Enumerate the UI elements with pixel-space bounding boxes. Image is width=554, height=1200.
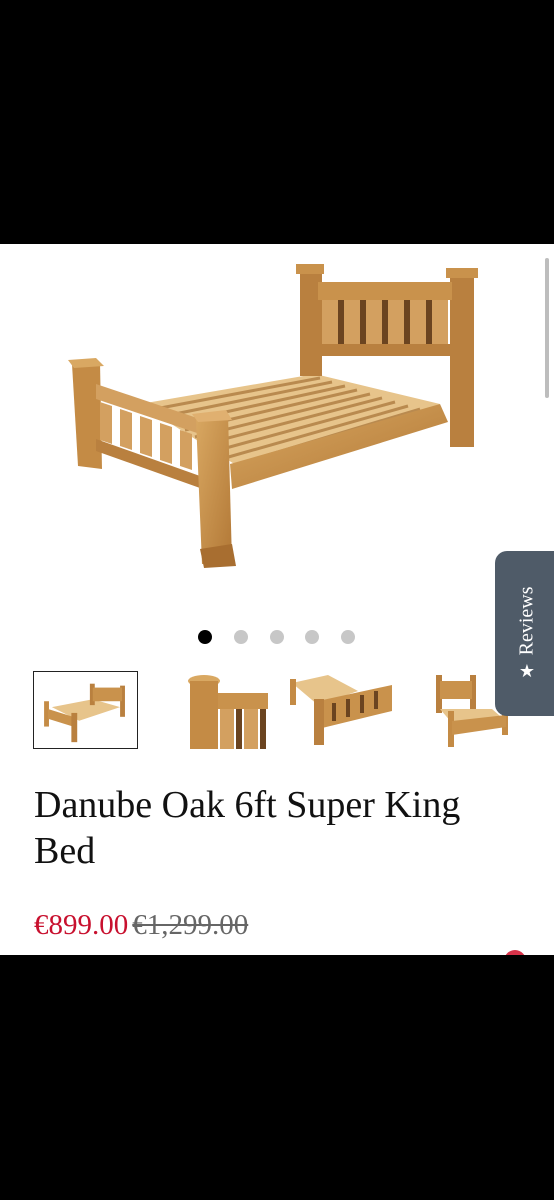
product-title: Danube Oak 6ft Super King Bed [34,784,461,872]
carousel-dots [0,630,554,644]
thumbnail-bed-full-view[interactable] [33,671,138,749]
thumbnail-bed-side-angle[interactable] [288,671,396,749]
top-black-bar [0,0,554,244]
original-price: €1,299.00 [132,909,249,941]
product-page: ★ Reviews Danube Oak 6ft Super King Bed … [0,244,554,955]
price-row: €899.00 €1,299.00 [34,908,248,942]
thumbnail-strip [0,668,554,752]
scrollbar[interactable] [545,258,549,398]
carousel-dot[interactable] [270,630,284,644]
reviews-tab-label: Reviews [515,586,538,656]
reviews-tab[interactable]: ★ Reviews [495,551,554,716]
thumbnail-headboard-post-closeup[interactable] [180,671,268,749]
carousel-dot[interactable] [198,630,212,644]
star-icon: ★ [518,660,536,682]
bottom-black-bar [0,955,554,1200]
sale-price: €899.00 [34,909,129,941]
carousel-dot[interactable] [305,630,319,644]
product-hero-image[interactable] [0,244,554,614]
carousel-dot[interactable] [341,630,355,644]
carousel-dot[interactable] [234,630,248,644]
